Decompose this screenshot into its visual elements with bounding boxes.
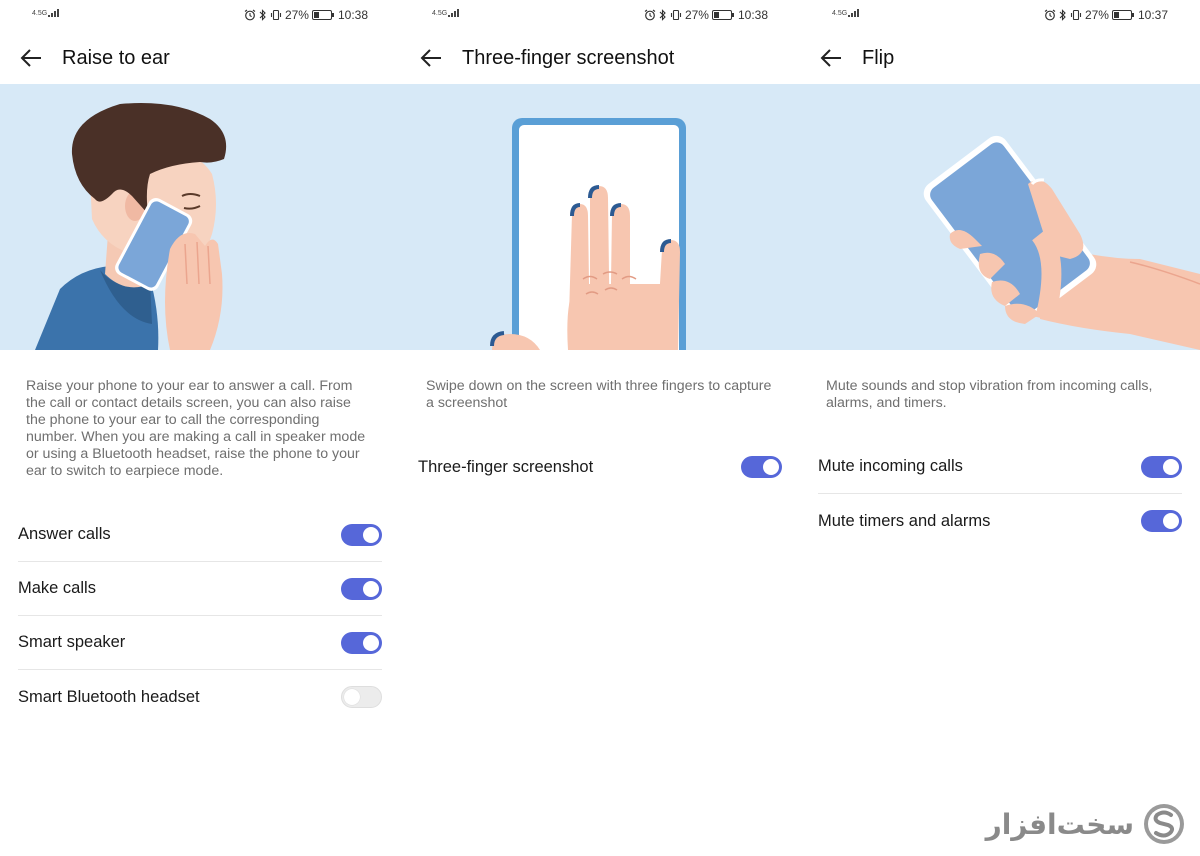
battery-percent: 27% [284, 8, 309, 22]
toggle-smart-speaker[interactable] [341, 631, 382, 654]
setting-smart-speaker[interactable]: Smart speaker [18, 616, 382, 670]
clock: 10:38 [737, 8, 768, 22]
setting-label: Make calls [18, 579, 96, 597]
bluetooth-icon [659, 9, 666, 21]
toggle-three-finger-screenshot[interactable] [741, 456, 782, 478]
setting-label: Answer calls [18, 525, 111, 543]
battery-icon [1111, 10, 1134, 20]
bluetooth-icon [259, 9, 266, 21]
vibrate-icon [670, 9, 681, 21]
toggle-smart-bluetooth-headset[interactable] [341, 686, 382, 708]
toggle-knob [1163, 513, 1179, 529]
battery-icon [311, 10, 334, 20]
toggle-knob [363, 634, 379, 651]
setting-mute-timers-and-alarms[interactable]: Mute timers and alarms [818, 494, 1182, 548]
setting-label: Smart speaker [18, 633, 126, 651]
screen-raise-to-ear: 4.5G 27% 10:38 Raise to ear Raise your p… [0, 0, 400, 856]
toggle-knob [363, 580, 379, 597]
signal-icon: 4.5G [32, 9, 60, 17]
feature-description: Mute sounds and stop vibration from inco… [826, 378, 1153, 411]
watermark-text: سخت‌افزار [985, 807, 1134, 841]
toggle-answer-calls[interactable] [341, 523, 382, 546]
status-bar: 4.5G 27% 10:38 [0, 0, 400, 30]
setting-make-calls[interactable]: Make calls [18, 562, 382, 616]
app-bar: Raise to ear [0, 36, 400, 80]
page-title: Flip [862, 46, 895, 69]
feature-description: Swipe down on the screen with three fing… [426, 378, 772, 411]
setting-label: Mute incoming calls [818, 457, 963, 475]
vibrate-icon [270, 9, 281, 21]
watermark: سخت‌افزار [986, 802, 1186, 846]
setting-label: Three-finger screenshot [418, 457, 594, 476]
setting-mute-incoming-calls[interactable]: Mute incoming calls [818, 440, 1182, 494]
clock: 10:37 [1137, 8, 1168, 22]
back-button[interactable] [419, 46, 443, 70]
hero-illustration [800, 84, 1200, 350]
signal-icon: 4.5G [832, 9, 860, 17]
hero-illustration [400, 84, 800, 350]
toggle-make-calls[interactable] [341, 577, 382, 600]
hero-illustration [0, 84, 400, 350]
screen-flip: 4.5G 27% 10:37 Flip Mute sounds and stop… [800, 0, 1200, 856]
page-title: Raise to ear [62, 46, 170, 69]
s-logo-icon [1144, 804, 1184, 844]
app-bar: Flip [800, 36, 1200, 80]
back-arrow-icon [820, 49, 841, 67]
battery-percent: 27% [1084, 8, 1109, 22]
settings-list: Answer calls Make calls Smart speaker Sm… [18, 508, 382, 724]
toggle-mute-timers-and-alarms[interactable] [1141, 510, 1182, 532]
setting-smart-bluetooth-headset[interactable]: Smart Bluetooth headset [18, 670, 382, 724]
toggle-mute-incoming-calls[interactable] [1141, 455, 1182, 478]
toggle-knob [763, 459, 779, 475]
setting-label: Smart Bluetooth headset [18, 687, 200, 706]
bluetooth-icon [1059, 9, 1066, 21]
alarm-icon [1044, 9, 1056, 21]
clock: 10:38 [337, 8, 368, 22]
page-title: Three-finger screenshot [462, 46, 675, 69]
toggle-knob [1163, 458, 1179, 475]
battery-icon [711, 10, 734, 20]
setting-three-finger-screenshot[interactable]: Three-finger screenshot [418, 440, 782, 494]
toggle-knob [344, 689, 360, 705]
vibrate-icon [1070, 9, 1081, 21]
alarm-icon [644, 9, 656, 21]
alarm-icon [244, 9, 256, 21]
setting-answer-calls[interactable]: Answer calls [18, 508, 382, 562]
battery-percent: 27% [684, 8, 709, 22]
setting-label: Mute timers and alarms [818, 511, 991, 530]
signal-icon: 4.5G [432, 9, 460, 17]
status-bar: 4.5G 27% 10:37 [800, 0, 1200, 30]
settings-list: Three-finger screenshot [418, 440, 782, 494]
back-button[interactable] [819, 46, 843, 70]
screen-three-finger-screenshot: 4.5G 27% 10:38 Three-finger screenshot S… [400, 0, 800, 856]
feature-description: Raise your phone to your ear to answer a… [26, 378, 366, 479]
back-arrow-icon [20, 49, 41, 67]
toggle-knob [363, 526, 379, 543]
app-bar: Three-finger screenshot [400, 36, 800, 80]
status-bar: 4.5G 27% 10:38 [400, 0, 800, 30]
back-arrow-icon [420, 49, 441, 67]
back-button[interactable] [19, 46, 43, 70]
settings-list: Mute incoming calls Mute timers and alar… [818, 440, 1182, 548]
